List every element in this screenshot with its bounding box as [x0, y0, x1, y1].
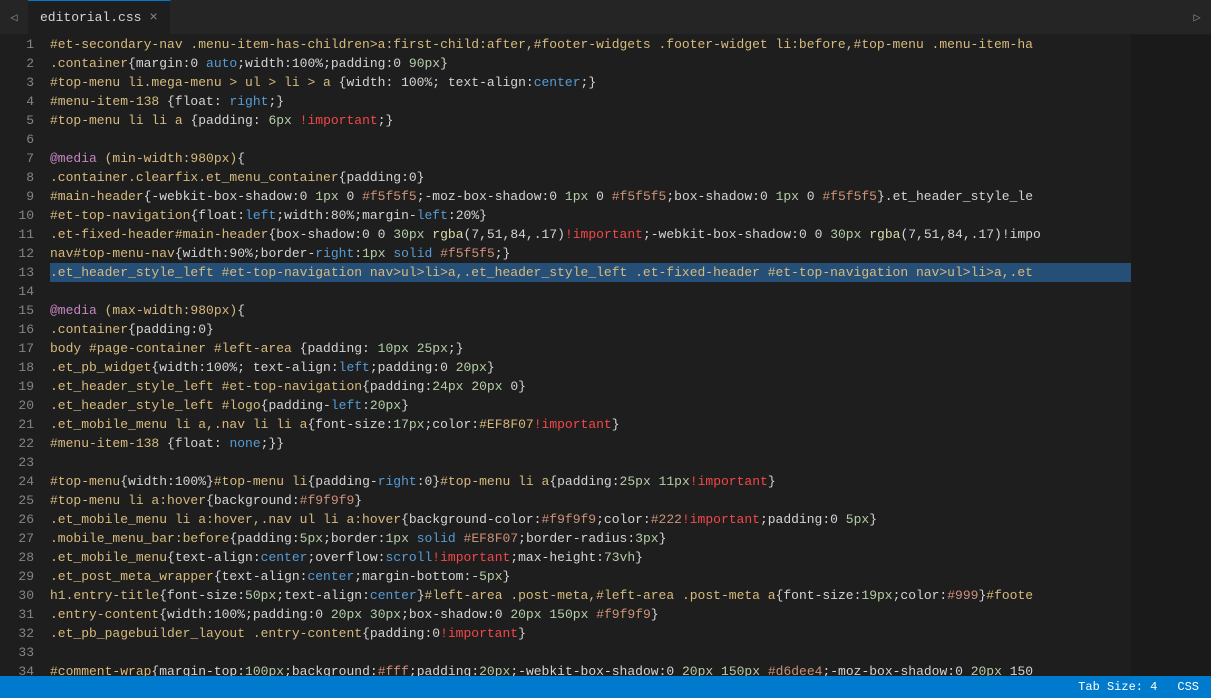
- line-number: 13: [16, 263, 34, 282]
- line-number: 31: [16, 605, 34, 624]
- code-line: .container{margin:0 auto;width:100%;padd…: [50, 54, 1131, 73]
- line-number: 24: [16, 472, 34, 491]
- code-line: body #page-container #left-area {padding…: [50, 339, 1131, 358]
- minimap: [1131, 35, 1211, 676]
- code-line: #top-menu li li a {padding: 6px !importa…: [50, 111, 1131, 130]
- line-number: 10: [16, 206, 34, 225]
- code-line: .et_pb_widget{width:100%; text-align:lef…: [50, 358, 1131, 377]
- code-line: .container.clearfix.et_menu_container{pa…: [50, 168, 1131, 187]
- code-line: .et_mobile_menu li a,.nav li li a{font-s…: [50, 415, 1131, 434]
- code-line: #et-top-navigation{float:left;width:80%;…: [50, 206, 1131, 225]
- code-line: .et_header_style_left #et-top-navigation…: [50, 377, 1131, 396]
- line-number: 18: [16, 358, 34, 377]
- code-line: [50, 130, 1131, 149]
- line-number: 27: [16, 529, 34, 548]
- code-line: @media (max-width:980px){: [50, 301, 1131, 320]
- line-number: 34: [16, 662, 34, 676]
- code-line: #top-menu li.mega-menu > ul > li > a {wi…: [50, 73, 1131, 92]
- language-indicator[interactable]: CSS: [1177, 680, 1199, 694]
- line-number: 26: [16, 510, 34, 529]
- active-tab[interactable]: editorial.css ×: [28, 0, 171, 35]
- editor-main[interactable]: #et-secondary-nav .menu-item-has-childre…: [42, 35, 1211, 676]
- status-bar: Tab Size: 4 CSS: [0, 676, 1211, 698]
- line-number: 1: [16, 35, 34, 54]
- line-number: 20: [16, 396, 34, 415]
- code-line: nav#top-menu-nav{width:90%;border-right:…: [50, 244, 1131, 263]
- line-number: 30: [16, 586, 34, 605]
- code-line: #top-menu{width:100%}#top-menu li{paddin…: [50, 472, 1131, 491]
- code-line: .et-fixed-header#main-header{box-shadow:…: [50, 225, 1131, 244]
- code-content[interactable]: #et-secondary-nav .menu-item-has-childre…: [42, 35, 1131, 676]
- line-number: 6: [16, 130, 34, 149]
- tab-scroll-left[interactable]: ◁: [0, 0, 28, 35]
- code-line: .et_mobile_menu li a:hover,.nav ul li a:…: [50, 510, 1131, 529]
- line-number: 2: [16, 54, 34, 73]
- code-line: #menu-item-138 {float: right;}: [50, 92, 1131, 111]
- line-number: 12: [16, 244, 34, 263]
- code-line: [50, 453, 1131, 472]
- line-number: 32: [16, 624, 34, 643]
- arrow-right-icon: ▷: [1193, 10, 1200, 25]
- tab-bar: ◁ editorial.css × ▷: [0, 0, 1211, 35]
- code-line: #top-menu li a:hover{background:#f9f9f9}: [50, 491, 1131, 510]
- tab-filename: editorial.css: [40, 10, 141, 25]
- line-number: 21: [16, 415, 34, 434]
- line-number: 5: [16, 111, 34, 130]
- line-number: 19: [16, 377, 34, 396]
- code-line: .et_header_style_left #logo{padding-left…: [50, 396, 1131, 415]
- code-line: .et_mobile_menu{text-align:center;overfl…: [50, 548, 1131, 567]
- line-number: 33: [16, 643, 34, 662]
- line-number: 17: [16, 339, 34, 358]
- line-number: 25: [16, 491, 34, 510]
- code-line: [50, 643, 1131, 662]
- code-line: .container{padding:0}: [50, 320, 1131, 339]
- line-number: 15: [16, 301, 34, 320]
- line-number: 29: [16, 567, 34, 586]
- line-number: 3: [16, 73, 34, 92]
- tab-scroll-right: ▷: [1183, 0, 1211, 35]
- line-number: 22: [16, 434, 34, 453]
- line-number: 11: [16, 225, 34, 244]
- code-line: #main-header{-webkit-box-shadow:0 1px 0 …: [50, 187, 1131, 206]
- arrow-left-icon: ◁: [10, 10, 17, 25]
- editor-area: 1234567891011121314151617181920212223242…: [0, 35, 1211, 676]
- code-line: .entry-content{width:100%;padding:0 20px…: [50, 605, 1131, 624]
- line-numbers: 1234567891011121314151617181920212223242…: [0, 35, 42, 676]
- line-number: 16: [16, 320, 34, 339]
- code-line: .et_post_meta_wrapper{text-align:center;…: [50, 567, 1131, 586]
- code-line: @media (min-width:980px){: [50, 149, 1131, 168]
- code-line: [50, 282, 1131, 301]
- line-number: 28: [16, 548, 34, 567]
- code-line: .et_pb_pagebuilder_layout .entry-content…: [50, 624, 1131, 643]
- code-line: #menu-item-138 {float: none;}}: [50, 434, 1131, 453]
- line-number: 23: [16, 453, 34, 472]
- code-line: .et_header_style_left #et-top-navigation…: [50, 263, 1131, 282]
- line-number: 9: [16, 187, 34, 206]
- line-number: 8: [16, 168, 34, 187]
- tab-size-indicator[interactable]: Tab Size: 4: [1078, 680, 1157, 694]
- code-line: #comment-wrap{margin-top:100px;backgroun…: [50, 662, 1131, 676]
- line-number: 7: [16, 149, 34, 168]
- tab-close-button[interactable]: ×: [149, 11, 157, 25]
- code-line: h1.entry-title{font-size:50px;text-align…: [50, 586, 1131, 605]
- line-number: 4: [16, 92, 34, 111]
- code-line: .mobile_menu_bar:before{padding:5px;bord…: [50, 529, 1131, 548]
- line-number: 14: [16, 282, 34, 301]
- code-line: #et-secondary-nav .menu-item-has-childre…: [50, 35, 1131, 54]
